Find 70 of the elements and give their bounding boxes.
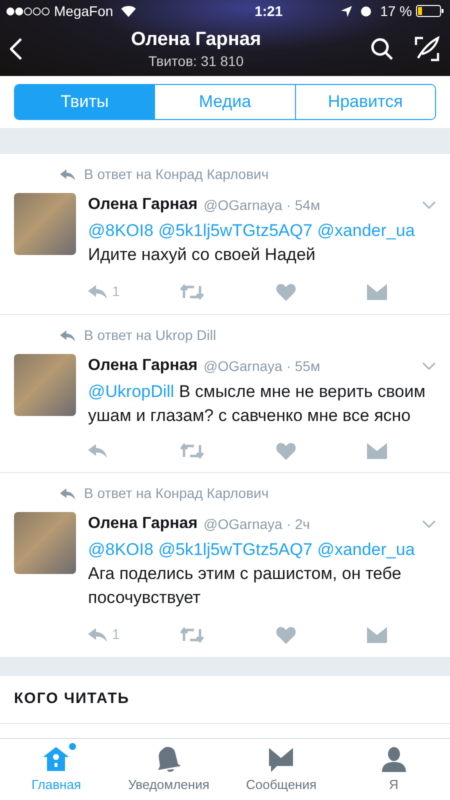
nav-tab[interactable]: Уведомления <box>112 739 225 800</box>
chevron-down-icon[interactable] <box>422 201 436 209</box>
home-icon <box>42 744 70 773</box>
author-name: Олена Гарная <box>88 514 198 534</box>
chevron-down-icon[interactable] <box>422 362 436 370</box>
tweet-card[interactable]: В ответ на Конрад Карлович Олена Гарная @OGarnaya · 2ч @8KOI8 @5k1lj5wTGtz5AQ7 @xander_ua Ага поделись этим с рашистом, он тебе посочувствует 1 <box>0 473 450 658</box>
section-title: КОГО ЧИТАТЬ <box>14 689 130 710</box>
avatar-photo-placeholder[interactable] <box>14 354 76 416</box>
nav-tab[interactable]: Я <box>338 739 450 800</box>
tweet-text: @8KOI8 @5k1lj5wTGtz5AQ7 @xander_ua Идите нахуй со своей Надей <box>88 220 416 266</box>
mention-link[interactable]: @5k1lj5wTGtz5AQ7 <box>158 540 312 559</box>
author-handle: @OGarnaya <box>204 356 282 376</box>
reply-icon <box>60 330 76 342</box>
reply-count: 1 <box>112 282 120 301</box>
author-handle: @OGarnaya <box>204 514 282 534</box>
battery-percent: 17 % <box>380 2 412 20</box>
retweet-icon[interactable] <box>180 626 204 642</box>
reply-icon <box>88 628 108 642</box>
tweet-card[interactable]: В ответ на Ukrop Dill Олена Гарная @OGarnaya · 55м @UkropDill В смысле мне не верить своим ушам и глазам? с савченко мне все ясно <box>0 315 450 473</box>
segment-tab[interactable]: Твиты <box>15 85 154 119</box>
avatar-photo-placeholder[interactable] <box>14 193 76 255</box>
mention-link[interactable]: @5k1lj5wTGtz5AQ7 <box>158 221 312 240</box>
nav-tab[interactable]: Главная <box>0 739 112 800</box>
tweet-text: @UkropDill В смысле мне не верить своим ушам и глазам? с савченко мне все ясно <box>88 381 426 427</box>
battery-icon <box>416 5 444 17</box>
location-arrow-icon <box>341 6 352 16</box>
back-icon[interactable] <box>10 38 22 60</box>
search-icon[interactable] <box>370 37 394 61</box>
nav-tab[interactable]: Сообщения <box>225 739 338 800</box>
carrier-name: MegaFon <box>54 2 114 21</box>
author-name: Олена Гарная <box>88 356 198 376</box>
heart-icon[interactable] <box>276 282 296 300</box>
tweet-text: @8KOI8 @5k1lj5wTGtz5AQ7 @xander_ua Ага поделись этим с рашистом, он тебе посочувствует <box>88 539 416 609</box>
mention-link[interactable]: @8KOI8 <box>88 540 154 559</box>
avatar-photo-placeholder[interactable] <box>14 512 76 574</box>
author-name: Олена Гарная <box>88 195 198 215</box>
retweet-icon[interactable] <box>180 443 204 459</box>
heart-icon[interactable] <box>276 626 296 644</box>
mention-link[interactable]: @UkropDill <box>88 382 174 401</box>
chevron-down-icon[interactable] <box>422 520 436 528</box>
tweet-time: · 2ч <box>286 514 310 534</box>
profile-title: Олена Гарная <box>130 28 262 52</box>
tweet-time: · 54м <box>286 196 320 214</box>
retweet-icon[interactable] <box>180 284 204 300</box>
segment-tab[interactable]: Нравится <box>294 85 435 119</box>
mention-link[interactable]: @xander_ua <box>317 221 415 240</box>
envelope-icon[interactable] <box>367 284 387 300</box>
signal-icon <box>6 6 50 16</box>
wifi-icon <box>121 6 136 16</box>
compose-icon[interactable] <box>414 36 440 62</box>
reply-icon <box>60 488 76 500</box>
tweet-time: · 55м <box>286 356 320 376</box>
alarm-clock-icon <box>360 5 372 17</box>
reply-context: В ответ на Конрад Карлович <box>84 165 269 184</box>
person-icon <box>380 744 408 773</box>
tweet-count: Твитов: 31 810 <box>148 52 244 70</box>
envelope-icon[interactable] <box>367 626 387 642</box>
reply-context: В ответ на Ukrop Dill <box>84 326 216 345</box>
clock-time: 1:21 <box>254 2 283 20</box>
author-handle: @OGarnaya <box>204 196 282 215</box>
heart-icon[interactable] <box>276 442 296 460</box>
mention-link[interactable]: @xander_ua <box>317 540 415 559</box>
tweet-card[interactable]: В ответ на Конрад Карлович Олена Гарная @OGarnaya · 54м @8KOI8 @5k1lj5wTGtz5AQ7 @xander_ua Идите нахуй со своей Надей 1 <box>0 154 450 315</box>
reply-context: В ответ на Конрад Карлович <box>84 484 269 503</box>
reply-count: 1 <box>112 625 120 644</box>
reply-icon <box>88 284 108 298</box>
mention-link[interactable]: @8KOI8 <box>88 221 154 240</box>
envelope-icon[interactable] <box>367 443 387 459</box>
reply-icon <box>88 444 108 458</box>
reply-icon <box>60 168 76 180</box>
